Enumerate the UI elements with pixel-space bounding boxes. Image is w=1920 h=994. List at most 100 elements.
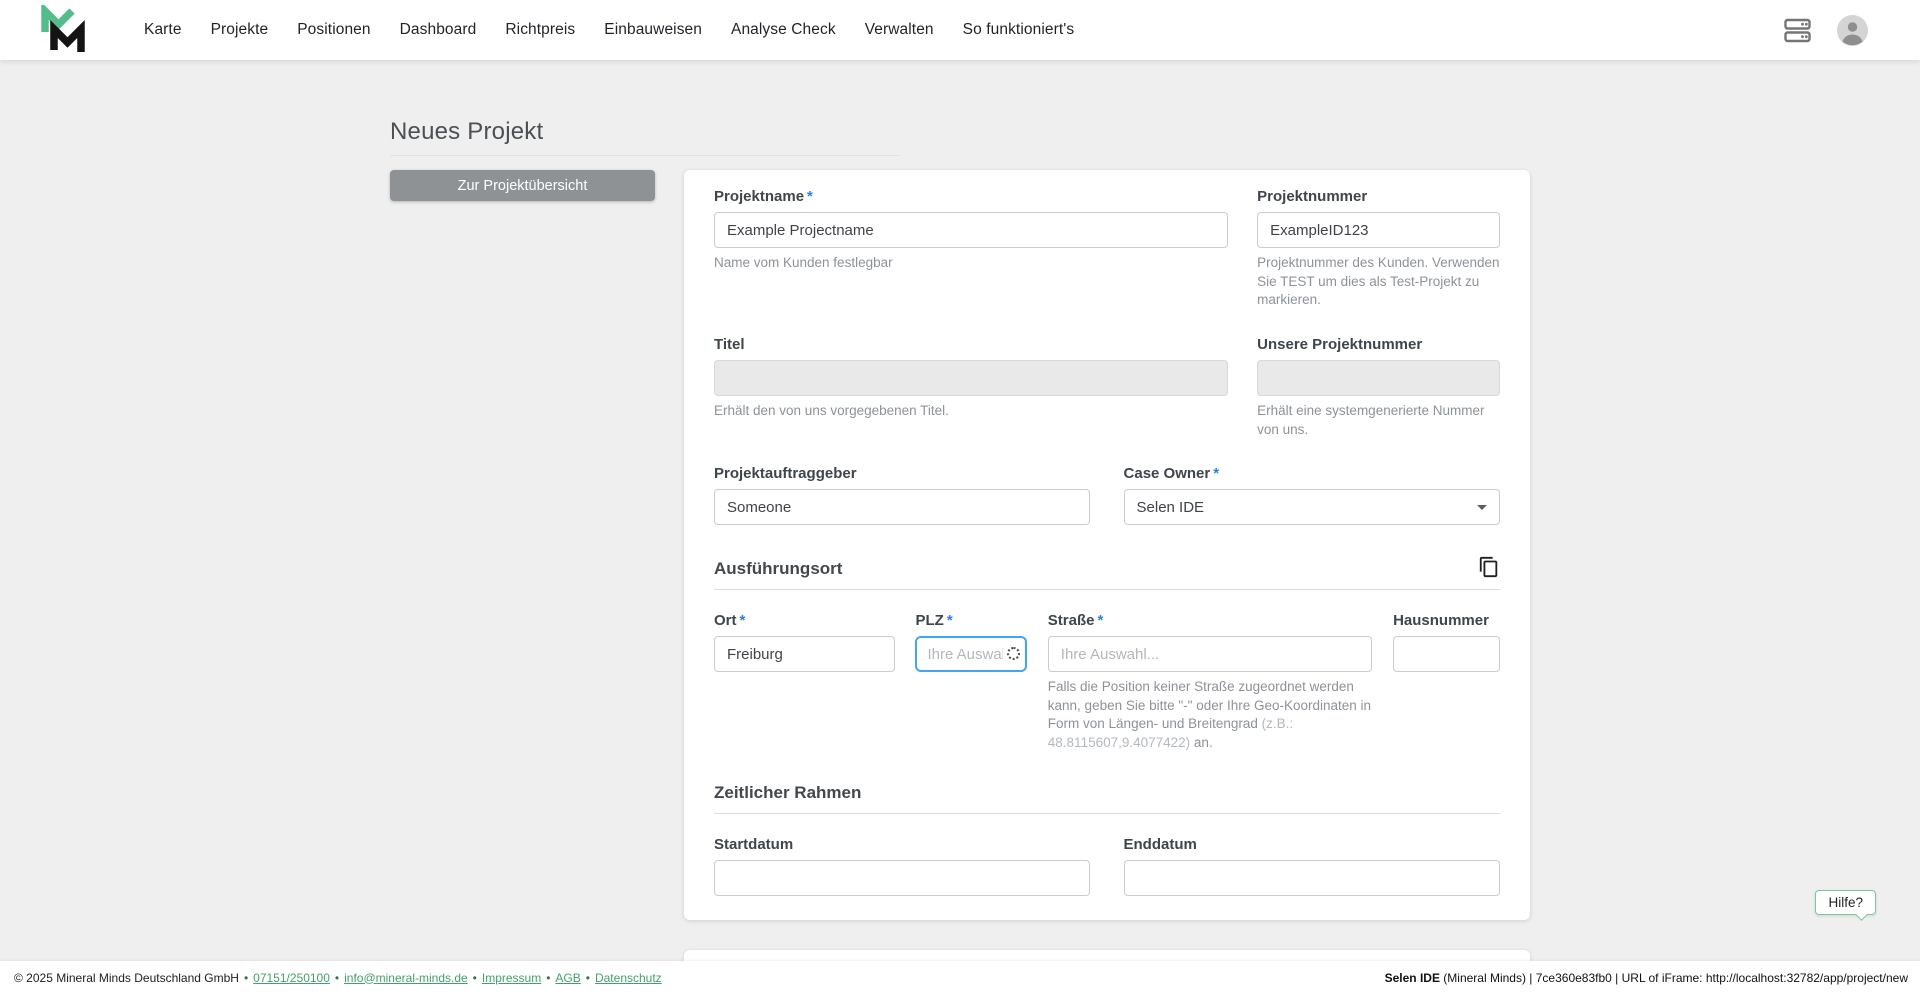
server-icon [1784,18,1811,42]
footer-session-info: Selen IDE (Mineral Minds) | 7ce360e83fb0… [1385,971,1908,985]
hausnummer-label: Hausnummer [1393,612,1489,630]
projektname-input[interactable] [714,212,1229,248]
strasse-group: Straße* Falls die Position keiner Straße… [1047,612,1373,753]
unsere-projektnummer-input [1257,359,1500,396]
ort-group: Ort * [714,612,895,673]
projektnummer-helper: Projektnummer des Kunden. Verwenden Sie … [1257,255,1500,308]
projektname-label: Projektname * [714,188,813,205]
footer-link-datenschutz[interactable]: Datenschutz [595,971,662,985]
top-navbar: Karte Projekte Positionen Dashboard Rich… [0,0,1920,60]
startdatum-input[interactable] [714,859,1091,896]
page-title: Neues Projekt [390,118,544,145]
titel-label: Titel [714,335,745,353]
footer-session-details: (Mineral Minds) | 7ce360e83fb0 | URL of … [1439,970,1908,985]
plz-label: PLZ * [915,612,953,630]
projektnummer-label: Projektnummer [1257,188,1368,205]
case-owner-select[interactable]: Selen IDE [1123,489,1500,526]
help-button[interactable]: Hilfe? [1815,890,1876,915]
footer-separator: • [546,970,551,985]
chevron-down-icon [1477,504,1487,510]
plz-group: PLZ * [915,612,1028,673]
unsere-projektnummer-label: Unsere Projektnummer [1257,335,1423,353]
form-row-titel-unsere-nummer: Titel Erhält den von uns vorgegebenen Ti… [714,336,1500,439]
projektname-helper: Name vom Kunden festlegbar [714,255,893,270]
footer-link-email[interactable]: info@mineral-minds.de [344,971,468,985]
footer-copyright: © 2025 Mineral Minds Deutschland GmbH [14,970,239,985]
nav-item-richtpreis[interactable]: Richtpreis [505,21,575,39]
enddatum-label: Enddatum [1123,835,1197,853]
nav-item-dashboard[interactable]: Dashboard [400,21,477,39]
unsere-projektnummer-group: Unsere Projektnummer Erhält eine systemg… [1257,336,1500,439]
form-column: Projektname* Name vom Kunden festlegbar … [684,170,1530,994]
projektname-group: Projektname* Name vom Kunden festlegbar [714,188,1229,273]
hausnummer-input[interactable] [1393,636,1500,673]
ausfuehrungsort-section-header: Ausführungsort [714,555,1500,591]
form-row-location: Ort* PLZ* Straße* [714,612,1500,753]
footer-link-impressum[interactable]: Impressum [482,971,541,985]
startdatum-label: Startdatum [714,835,794,853]
copy-icon [1479,557,1498,578]
project-overview-button[interactable]: Zur Projektübersicht [390,170,655,201]
left-column: Zur Projektübersicht [390,170,655,201]
nav-item-verwalten[interactable]: Verwalten [865,21,934,39]
user-menu-button[interactable] [1837,14,1868,46]
hausnummer-group: Hausnummer [1393,612,1500,673]
footer-separator: • [334,970,340,985]
footer-link-phone[interactable]: 07151/250100 [253,971,330,985]
ausfuehrungsort-title: Ausführungsort [714,559,843,579]
required-marker: * [739,612,746,630]
projektauftraggeber-label: Projektauftraggeber [714,465,857,483]
required-marker: * [1213,465,1220,483]
copy-location-button[interactable] [1478,555,1500,579]
startdatum-group: Startdatum [714,835,1091,896]
footer-link-agb[interactable]: AGB [555,971,580,985]
case-owner-selected-value: Selen IDE [1136,498,1205,516]
zeitlicher-rahmen-section-header: Zeitlicher Rahmen [714,783,1500,814]
case-owner-group: Case Owner * Selen IDE [1123,465,1500,526]
titel-helper: Erhält den von uns vorgegebenen Titel. [714,402,949,418]
strasse-label: Straße * [1047,612,1104,630]
enddatum-input[interactable] [1123,859,1500,896]
ort-input[interactable] [714,636,895,673]
projektnummer-group: Projektnummer Projektnummer des Kunden. … [1257,188,1500,310]
nav-item-projekte[interactable]: Projekte [211,21,269,39]
footer: © 2025 Mineral Minds Deutschland GmbH • … [0,961,1920,994]
server-status-button[interactable] [1784,18,1811,43]
nav-item-karte[interactable]: Karte [144,21,182,39]
ort-label: Ort * [714,612,746,630]
nav-item-analyse-check[interactable]: Analyse Check [731,21,836,39]
strasse-input[interactable] [1047,636,1373,673]
strasse-helper: Falls die Position keiner Straße zugeord… [1047,679,1372,750]
navbar-right [1784,14,1868,46]
footer-separator: • [472,970,477,985]
main-navigation: Karte Projekte Positionen Dashboard Rich… [144,21,1074,39]
zeitlicher-rahmen-title: Zeitlicher Rahmen [714,782,862,802]
titel-group: Titel Erhält den von uns vorgegebenen Ti… [714,335,1229,421]
footer-separator: • [585,970,590,985]
title-divider [390,155,900,156]
app-viewport: Karte Projekte Positionen Dashboard Rich… [0,0,1920,994]
form-row-name-number: Projektname* Name vom Kunden festlegbar … [714,188,1500,310]
projektauftraggeber-input[interactable] [714,489,1091,526]
projektnummer-input[interactable] [1257,212,1500,248]
project-form-card: Projektname* Name vom Kunden festlegbar … [684,170,1530,920]
footer-user-name: Selen IDE [1384,970,1440,985]
form-row-auftraggeber-owner: Projektauftraggeber Case Owner* Selen ID… [714,465,1500,526]
mineral-minds-logo-icon [41,5,85,52]
mineral-minds-logo[interactable] [40,4,88,56]
required-marker: * [1097,612,1104,630]
footer-separator: • [243,970,249,985]
required-marker: * [946,612,953,630]
footer-left: © 2025 Mineral Minds Deutschland GmbH • … [14,971,662,985]
required-marker: * [807,188,813,205]
projektauftraggeber-group: Projektauftraggeber [714,465,1091,526]
enddatum-group: Enddatum [1123,835,1500,896]
nav-item-einbauweisen[interactable]: Einbauweisen [604,21,702,39]
user-avatar-icon [1837,14,1868,46]
main-content: Neues Projekt Zur Projektübersicht Proje… [390,60,1530,994]
unsere-projektnummer-helper: Erhält eine systemgenerierte Nummer von … [1257,402,1485,437]
titel-input [714,359,1229,396]
nav-item-positionen[interactable]: Positionen [297,21,370,39]
nav-item-so-funktionierts[interactable]: So funktioniert's [963,21,1075,39]
case-owner-label: Case Owner * [1123,465,1220,483]
